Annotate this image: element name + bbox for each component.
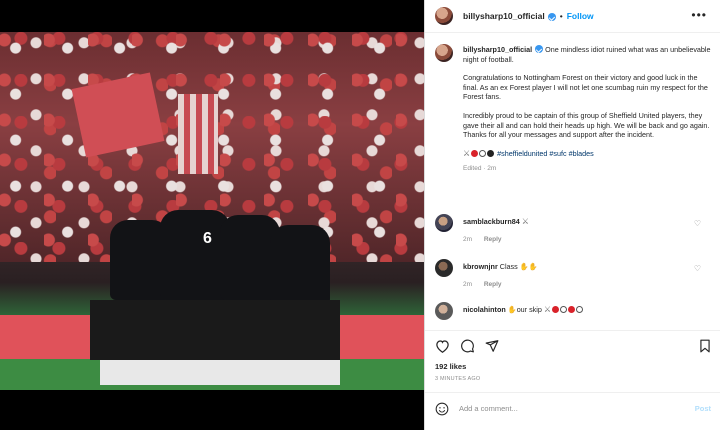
action-icons (435, 339, 711, 353)
player-socks (100, 360, 340, 385)
avatar[interactable] (435, 302, 453, 320)
crossed-swords-icon: ⚔ (463, 148, 471, 158)
heart-icon[interactable]: ♡ (694, 264, 701, 273)
hashtags[interactable]: #sheffieldunited #sufc #blades (497, 149, 594, 158)
avatar[interactable] (435, 214, 453, 232)
caption-text: billysharp10_official One mindless idiot… (463, 44, 711, 174)
crossed-swords-icon: ⚔ (521, 217, 529, 226)
comment-time: 2m (463, 236, 473, 243)
comment-time: 2m (463, 281, 473, 288)
flag (178, 94, 218, 174)
crossed-swords-icon: ⚔ (543, 305, 552, 314)
photo-bottom-strip (0, 390, 424, 430)
post-timestamp: 3 MINUTES AGO (435, 376, 481, 382)
more-icon[interactable]: ••• (691, 9, 707, 21)
emoji-icon[interactable] (435, 402, 449, 416)
black-circle-icon (487, 149, 495, 157)
caption-username[interactable]: billysharp10_official (463, 45, 532, 54)
follow-button[interactable]: Follow (567, 11, 594, 21)
comment: nicolahinton ✋our skip ⚔ (435, 302, 711, 320)
reply-button[interactable]: Reply (484, 281, 502, 288)
red-circle-icon (471, 149, 479, 157)
verified-icon (535, 45, 544, 53)
comment-icon[interactable] (460, 339, 475, 353)
red-circle-icon (552, 306, 560, 313)
add-comment-bar: Post (425, 392, 720, 424)
comment: samblackburn84 ⚔ 2m Reply ♡ (435, 214, 711, 243)
white-circle-icon (560, 306, 568, 313)
reply-button[interactable]: Reply (484, 236, 502, 243)
avatar[interactable] (435, 44, 453, 62)
caption-paragraph-2: Congratulations to Nottingham Forest on … (463, 73, 708, 102)
post-photo[interactable]: 6 (0, 32, 424, 390)
edited-label: Edited · 2m (463, 165, 497, 173)
player-legs (90, 300, 340, 360)
shirt-number: 6 (203, 230, 212, 247)
comment-meta: 2m Reply (463, 281, 711, 288)
username[interactable]: billysharp10_official (463, 11, 545, 21)
post-header: billysharp10_official • Follow ••• (425, 0, 720, 33)
comment-username[interactable]: samblackburn84 (463, 217, 520, 226)
comment-body: Class (499, 262, 518, 271)
player (270, 225, 330, 305)
instagram-post-frame: 6 billysharp10_official • Follow ••• bil… (0, 0, 720, 430)
clap-icon: ✋✋ (519, 262, 538, 271)
post-side-panel: billysharp10_official • Follow ••• billy… (424, 0, 720, 430)
avatar[interactable] (435, 7, 453, 25)
white-circle-icon (576, 306, 584, 313)
likes-count[interactable]: 192 likes (435, 362, 711, 371)
red-circle-icon (568, 306, 576, 313)
comment-body: our skip (516, 305, 542, 314)
comment-meta: 2m Reply (463, 236, 711, 243)
comment-username[interactable]: nicolahinton (463, 305, 506, 314)
heart-icon[interactable] (435, 339, 450, 353)
separator-dot: • (559, 11, 563, 21)
comment-input[interactable] (459, 404, 695, 413)
verified-icon (547, 13, 556, 21)
team-huddle: 6 (90, 200, 350, 390)
share-icon[interactable] (485, 339, 499, 353)
post-actions: 192 likes 3 MINUTES AGO (425, 330, 720, 382)
heart-icon[interactable]: ♡ (694, 219, 701, 228)
avatar[interactable] (435, 259, 453, 277)
comment-username[interactable]: kbrownjnr (463, 262, 498, 271)
post-button[interactable]: Post (695, 404, 711, 413)
comment-text: samblackburn84 ⚔ (463, 217, 530, 226)
comment-text: kbrownjnr Class ✋✋ (463, 262, 538, 271)
caption-paragraph-3: Incredibly proud to be captain of this g… (463, 110, 710, 140)
clap-icon: ✋ (507, 305, 517, 314)
white-circle-icon (479, 149, 487, 157)
caption: billysharp10_official One mindless idiot… (435, 44, 711, 174)
bookmark-icon[interactable] (699, 339, 711, 353)
caption-hashtags-line: ⚔ #sheffieldunited #sufc #blades (463, 149, 711, 159)
comment: kbrownjnr Class ✋✋ 2m Reply ♡ (435, 259, 711, 288)
comment-text: nicolahinton ✋our skip ⚔ (463, 305, 584, 314)
